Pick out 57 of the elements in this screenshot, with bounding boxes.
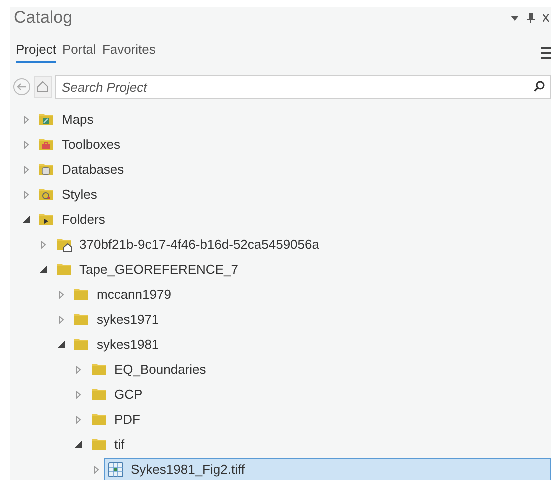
tab[interactable]: Project [16, 40, 56, 63]
expand-arrow-icon[interactable] [24, 190, 28, 198]
tree-item[interactable]: Folders [34, 208, 551, 231]
tree-item[interactable]: Toolboxes [34, 133, 551, 156]
pane-title: Catalog [14, 7, 73, 30]
tree-item[interactable]: GCP [86, 383, 551, 406]
tree-item[interactable]: Tape_GEOREFERENCE_7 [52, 258, 551, 281]
tree-item[interactable]: PDF [86, 408, 551, 431]
folder-icon [90, 361, 108, 378]
raster-icon [108, 462, 124, 478]
back-icon[interactable] [13, 78, 31, 96]
folder-icon [90, 386, 108, 403]
folders-folder-icon [38, 211, 55, 228]
tree-item[interactable]: EQ_Boundaries [86, 358, 551, 381]
expand-arrow-icon[interactable] [24, 116, 28, 124]
tab[interactable]: Portal [62, 40, 96, 63]
tree-item[interactable]: sykes1981 [69, 333, 551, 356]
close-icon[interactable] [543, 14, 549, 22]
expand-arrow-icon[interactable] [76, 366, 81, 374]
toolboxes-folder-icon [38, 136, 55, 153]
collapse-arrow-icon[interactable] [75, 441, 82, 448]
tree-item[interactable]: Databases [34, 158, 551, 181]
collapse-arrow-icon[interactable] [40, 266, 47, 273]
folder-icon [90, 436, 108, 453]
search-icon[interactable] [534, 81, 545, 92]
styles-folder-icon [38, 186, 55, 203]
pin-icon[interactable] [527, 13, 535, 23]
expand-arrow-icon[interactable] [24, 166, 28, 174]
expand-arrow-icon[interactable] [94, 466, 98, 474]
tree-item[interactable]: tif [86, 433, 551, 456]
folder-icon [56, 261, 72, 278]
collapse-arrow-icon[interactable] [58, 341, 64, 348]
tree-item[interactable]: sykes1971 [69, 308, 551, 331]
tab[interactable]: Favorites [102, 40, 156, 63]
maps-folder-icon [38, 111, 55, 128]
tree-item[interactable]: Styles [34, 183, 551, 206]
tree-item[interactable]: mccann1979 [69, 283, 551, 306]
expand-arrow-icon[interactable] [58, 290, 64, 298]
tree-item[interactable]: 370bf21b-9c17-4f46-b16d-52ca5459056a [52, 233, 551, 256]
dropdown-icon[interactable] [511, 16, 519, 20]
home-icon[interactable] [34, 76, 52, 98]
tree-item[interactable]: Maps [34, 108, 551, 131]
menu-icon[interactable] [541, 47, 551, 59]
home-folder-icon [56, 236, 72, 253]
expand-arrow-icon[interactable] [24, 140, 28, 148]
collapse-arrow-icon[interactable] [22, 216, 30, 223]
folder-icon [73, 311, 90, 328]
databases-folder-icon [38, 161, 55, 178]
search-field[interactable]: Search Project [55, 75, 551, 99]
folder-icon [90, 411, 108, 428]
folder-icon [73, 286, 90, 303]
expand-arrow-icon[interactable] [58, 316, 64, 324]
folder-icon [73, 336, 90, 353]
tree-item[interactable]: Sykes1981_Fig2.tiff [104, 458, 551, 480]
expand-arrow-icon[interactable] [41, 240, 46, 248]
expand-arrow-icon[interactable] [76, 390, 81, 398]
expand-arrow-icon[interactable] [76, 416, 81, 424]
